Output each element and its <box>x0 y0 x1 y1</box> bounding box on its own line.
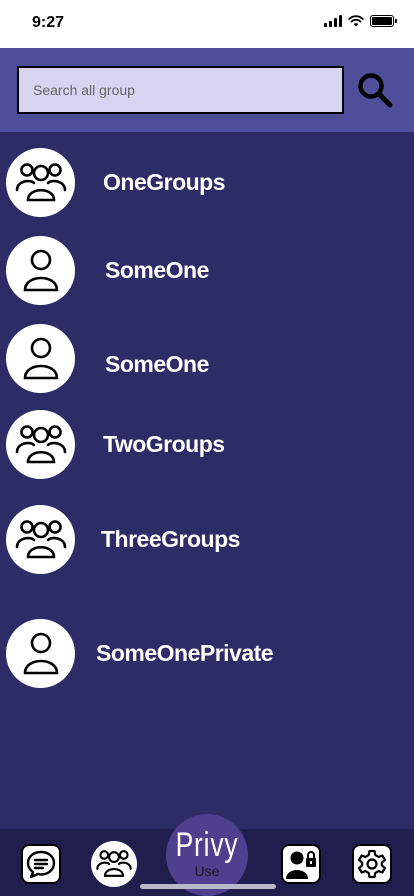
group-icon <box>15 162 66 201</box>
avatar <box>6 236 75 305</box>
bottom-nav: Privy Use <box>0 814 414 896</box>
status-bar: 9:27 <box>0 0 414 48</box>
list-item[interactable]: SomeOnePrivate <box>0 619 414 699</box>
battery-icon <box>370 15 397 27</box>
settings-icon <box>358 849 386 879</box>
settings-button[interactable] <box>352 844 392 884</box>
item-label: SomeOne <box>105 257 209 283</box>
chat-icon <box>26 850 56 879</box>
avatar <box>6 410 75 479</box>
item-label: TwoGroups <box>103 431 225 457</box>
search-button[interactable] <box>354 70 396 112</box>
logo-title: Privy <box>175 826 239 864</box>
list-item[interactable]: OneGroups <box>0 148 414 228</box>
chat-button[interactable] <box>21 844 61 884</box>
avatar <box>6 324 75 393</box>
private-contact-icon <box>286 851 316 879</box>
logo-subtitle: Use <box>194 863 220 879</box>
private-contact-button[interactable] <box>281 844 321 884</box>
item-label: ThreeGroups <box>101 526 240 552</box>
avatar <box>6 148 75 217</box>
list-item[interactable]: ThreeGroups <box>0 505 414 585</box>
group-icon <box>15 424 66 463</box>
group-icon <box>15 519 66 558</box>
person-icon <box>23 249 58 291</box>
search-input[interactable] <box>17 66 344 114</box>
search-bar <box>0 48 414 132</box>
status-icons <box>324 15 397 27</box>
list-item[interactable]: SomeOne <box>0 236 414 316</box>
groups-button[interactable] <box>91 841 137 887</box>
status-time: 9:27 <box>32 14 65 31</box>
cellular-signal-icon <box>324 15 342 27</box>
home-indicator <box>140 884 276 889</box>
avatar <box>6 619 75 688</box>
item-label: OneGroups <box>103 169 226 195</box>
wifi-icon <box>348 15 364 27</box>
search-icon <box>358 72 393 107</box>
item-label: SomeOnePrivate <box>96 640 274 666</box>
list-item[interactable]: TwoGroups <box>0 410 414 490</box>
groups-icon <box>96 850 132 877</box>
list-item[interactable]: SomeOne <box>0 324 414 404</box>
person-icon <box>23 632 58 674</box>
avatar <box>6 505 75 574</box>
item-label: SomeOne <box>105 351 209 377</box>
person-icon <box>23 337 58 379</box>
